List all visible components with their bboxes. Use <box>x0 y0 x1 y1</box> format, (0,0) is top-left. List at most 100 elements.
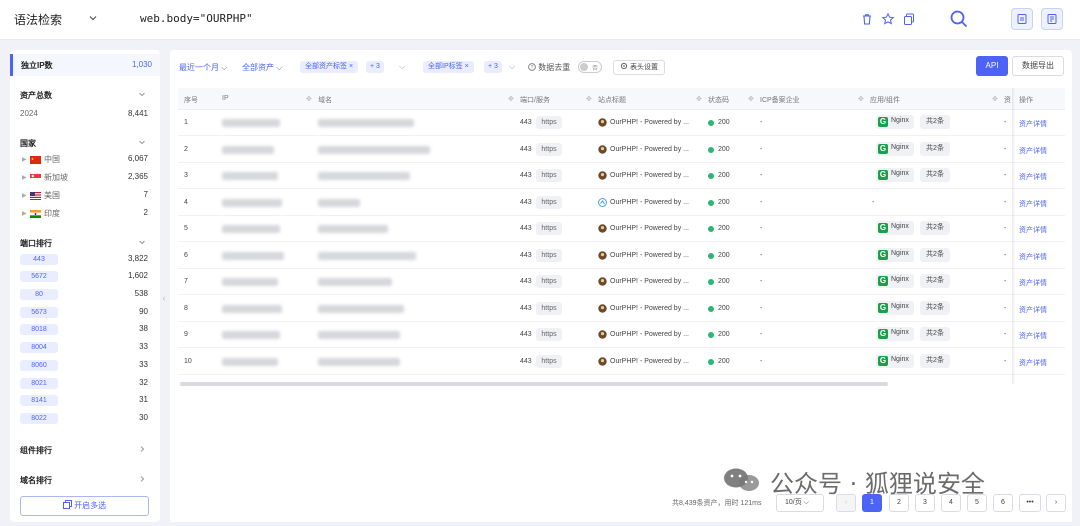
component-badge[interactable]: G Nginx <box>876 274 914 288</box>
table-row[interactable]: 7 443 https OurPHP! - Powered by ... 200 - G Ng… <box>178 269 1065 295</box>
sort-icon[interactable]: ✥ <box>858 95 864 103</box>
ip-redacted[interactable] <box>222 145 274 154</box>
search-query-input[interactable]: web.body="OURPHP" <box>140 12 253 25</box>
chevron-right-icon[interactable] <box>138 445 146 453</box>
col-icp[interactable]: ICP备案企业 <box>760 95 800 105</box>
country-item-usa[interactable]: ▶ 美国 7 <box>22 190 148 204</box>
site-title[interactable]: OurPHP! - Powered by ... <box>610 358 689 365</box>
enable-multi-select-button[interactable]: 开启多选 <box>20 496 149 516</box>
port-chip[interactable]: 80 <box>20 289 58 300</box>
asset-detail-link[interactable]: 资产详情 <box>1019 119 1047 129</box>
asset-detail-link[interactable]: 资产详情 <box>1019 146 1047 156</box>
asset-detail-link[interactable]: 资产详情 <box>1019 225 1047 235</box>
site-title[interactable]: OurPHP! - Powered by ... <box>610 146 689 153</box>
component-count[interactable]: 共2条 <box>920 221 950 235</box>
port-item[interactable]: 8021 32 <box>20 377 148 391</box>
site-title[interactable]: OurPHP! - Powered by ... <box>610 331 689 338</box>
port-item[interactable]: 8141 31 <box>20 394 148 408</box>
domain-redacted[interactable] <box>318 278 392 286</box>
domain-redacted[interactable] <box>318 304 404 313</box>
site-title[interactable]: OurPHP! - Powered by ... <box>610 252 689 259</box>
table-row[interactable]: 3 443 https OurPHP! - Powered by ... 200 - G Ng… <box>178 163 1065 189</box>
table-row[interactable]: 1 443 https OurPHP! - Powered by ... 200 - G Ng… <box>178 110 1065 136</box>
component-badge[interactable]: G Nginx <box>876 168 914 182</box>
saved-query-button[interactable] <box>1011 8 1033 30</box>
ip-redacted[interactable] <box>222 225 280 233</box>
asset-type-filter[interactable]: 全部资产 ⌵ <box>242 62 282 73</box>
ip-redacted[interactable] <box>222 278 278 286</box>
sort-icon[interactable]: ✥ <box>306 95 312 103</box>
port-item[interactable]: 443 3,822 <box>20 253 148 267</box>
asset-detail-link[interactable]: 资产详情 <box>1019 199 1047 209</box>
component-badge[interactable]: G Nginx <box>876 353 914 368</box>
ip-redacted[interactable] <box>222 119 280 127</box>
country-item-singapore[interactable]: ▶ 新加坡 2,365 <box>22 172 148 186</box>
component-badge[interactable]: G Nginx <box>876 141 914 156</box>
component-rank-title[interactable]: 组件排行 <box>20 445 52 456</box>
ip-redacted[interactable] <box>222 172 278 180</box>
domain-redacted[interactable] <box>318 225 388 233</box>
api-button[interactable]: API <box>976 56 1008 76</box>
copy-icon[interactable] <box>902 12 916 26</box>
component-badge[interactable]: G Nginx <box>876 221 914 235</box>
asset-detail-link[interactable]: 资产详情 <box>1019 172 1047 182</box>
col-title[interactable]: 站点标题 <box>598 95 626 105</box>
sort-icon[interactable]: ✥ <box>992 95 998 103</box>
col-ip[interactable]: IP <box>222 95 229 102</box>
domain-redacted[interactable] <box>318 357 400 366</box>
port-rank-title[interactable]: 端口排行 <box>20 238 52 249</box>
port-chip[interactable]: 5672 <box>20 271 58 282</box>
ip-tag-more[interactable]: + 3 <box>484 61 502 73</box>
dedupe-toggle[interactable]: 否 <box>578 61 602 73</box>
ip-redacted[interactable] <box>222 331 280 339</box>
time-range-filter[interactable]: 最近一个月 ⌵ <box>179 62 227 73</box>
asset-total-title[interactable]: 资产总数 <box>20 90 52 101</box>
close-icon[interactable]: × <box>349 63 353 70</box>
sort-icon[interactable]: ✥ <box>696 95 702 103</box>
trash-icon[interactable] <box>860 12 874 26</box>
port-item[interactable]: 5672 1,602 <box>20 270 148 284</box>
star-icon[interactable] <box>881 12 895 26</box>
port-chip[interactable]: 5673 <box>20 307 58 318</box>
domain-redacted[interactable] <box>318 198 360 207</box>
history-button[interactable] <box>1041 8 1063 30</box>
domain-redacted[interactable] <box>318 251 416 260</box>
more-pages-button[interactable]: ••• <box>1019 494 1041 512</box>
port-chip[interactable]: 8018 <box>20 324 58 335</box>
export-button[interactable]: 数据导出 <box>1012 56 1064 76</box>
port-chip[interactable]: 8022 <box>20 413 58 424</box>
col-app[interactable]: 应用/组件 <box>870 95 900 105</box>
ip-tag-filter[interactable]: 全部IP标签 × <box>423 61 474 73</box>
table-row[interactable]: 5 443 https OurPHP! - Powered by ... 200 - G Ng… <box>178 216 1065 242</box>
asset-detail-link[interactable]: 资产详情 <box>1019 331 1047 341</box>
component-count[interactable]: 共2条 <box>920 247 950 262</box>
component-count[interactable]: 共2条 <box>920 327 950 341</box>
col-status[interactable]: 状态码 <box>708 95 729 105</box>
chevron-down-icon[interactable] <box>138 138 146 146</box>
asset-detail-link[interactable]: 资产详情 <box>1019 305 1047 315</box>
table-row[interactable]: 4 443 https OurPHP! - Powered by ... 200 - - - 资… <box>178 190 1065 216</box>
expand-icon[interactable]: ▶ <box>22 192 27 199</box>
chevron-down-icon[interactable] <box>138 90 146 98</box>
next-page-button[interactable]: › <box>1046 494 1066 512</box>
component-count[interactable]: 共2条 <box>920 141 950 156</box>
column-settings-button[interactable]: 表头设置 <box>613 60 665 75</box>
asset-detail-link[interactable]: 资产详情 <box>1019 252 1047 262</box>
site-title[interactable]: OurPHP! - Powered by ... <box>610 172 689 179</box>
col-port[interactable]: 端口/服务 <box>520 95 550 105</box>
table-row[interactable]: 6 443 https OurPHP! - Powered by ... 200 - G Ng… <box>178 243 1065 269</box>
domain-redacted[interactable] <box>318 331 400 339</box>
ip-redacted[interactable] <box>222 357 278 366</box>
ip-redacted[interactable] <box>222 198 282 207</box>
port-item[interactable]: 8022 30 <box>20 412 148 426</box>
port-item[interactable]: 80 538 <box>20 288 148 302</box>
component-count[interactable]: 共2条 <box>920 115 950 129</box>
domain-rank-title[interactable]: 域名排行 <box>20 475 52 486</box>
domain-redacted[interactable] <box>318 145 430 154</box>
sort-icon[interactable]: ✥ <box>508 95 514 103</box>
asset-tag-more[interactable]: + 3 <box>366 61 384 73</box>
expand-icon[interactable]: ▶ <box>22 156 27 163</box>
component-count[interactable]: 共2条 <box>920 274 950 288</box>
port-item[interactable]: 8004 33 <box>20 341 148 355</box>
country-item-china[interactable]: ▶ 中国 6,067 <box>22 154 148 168</box>
